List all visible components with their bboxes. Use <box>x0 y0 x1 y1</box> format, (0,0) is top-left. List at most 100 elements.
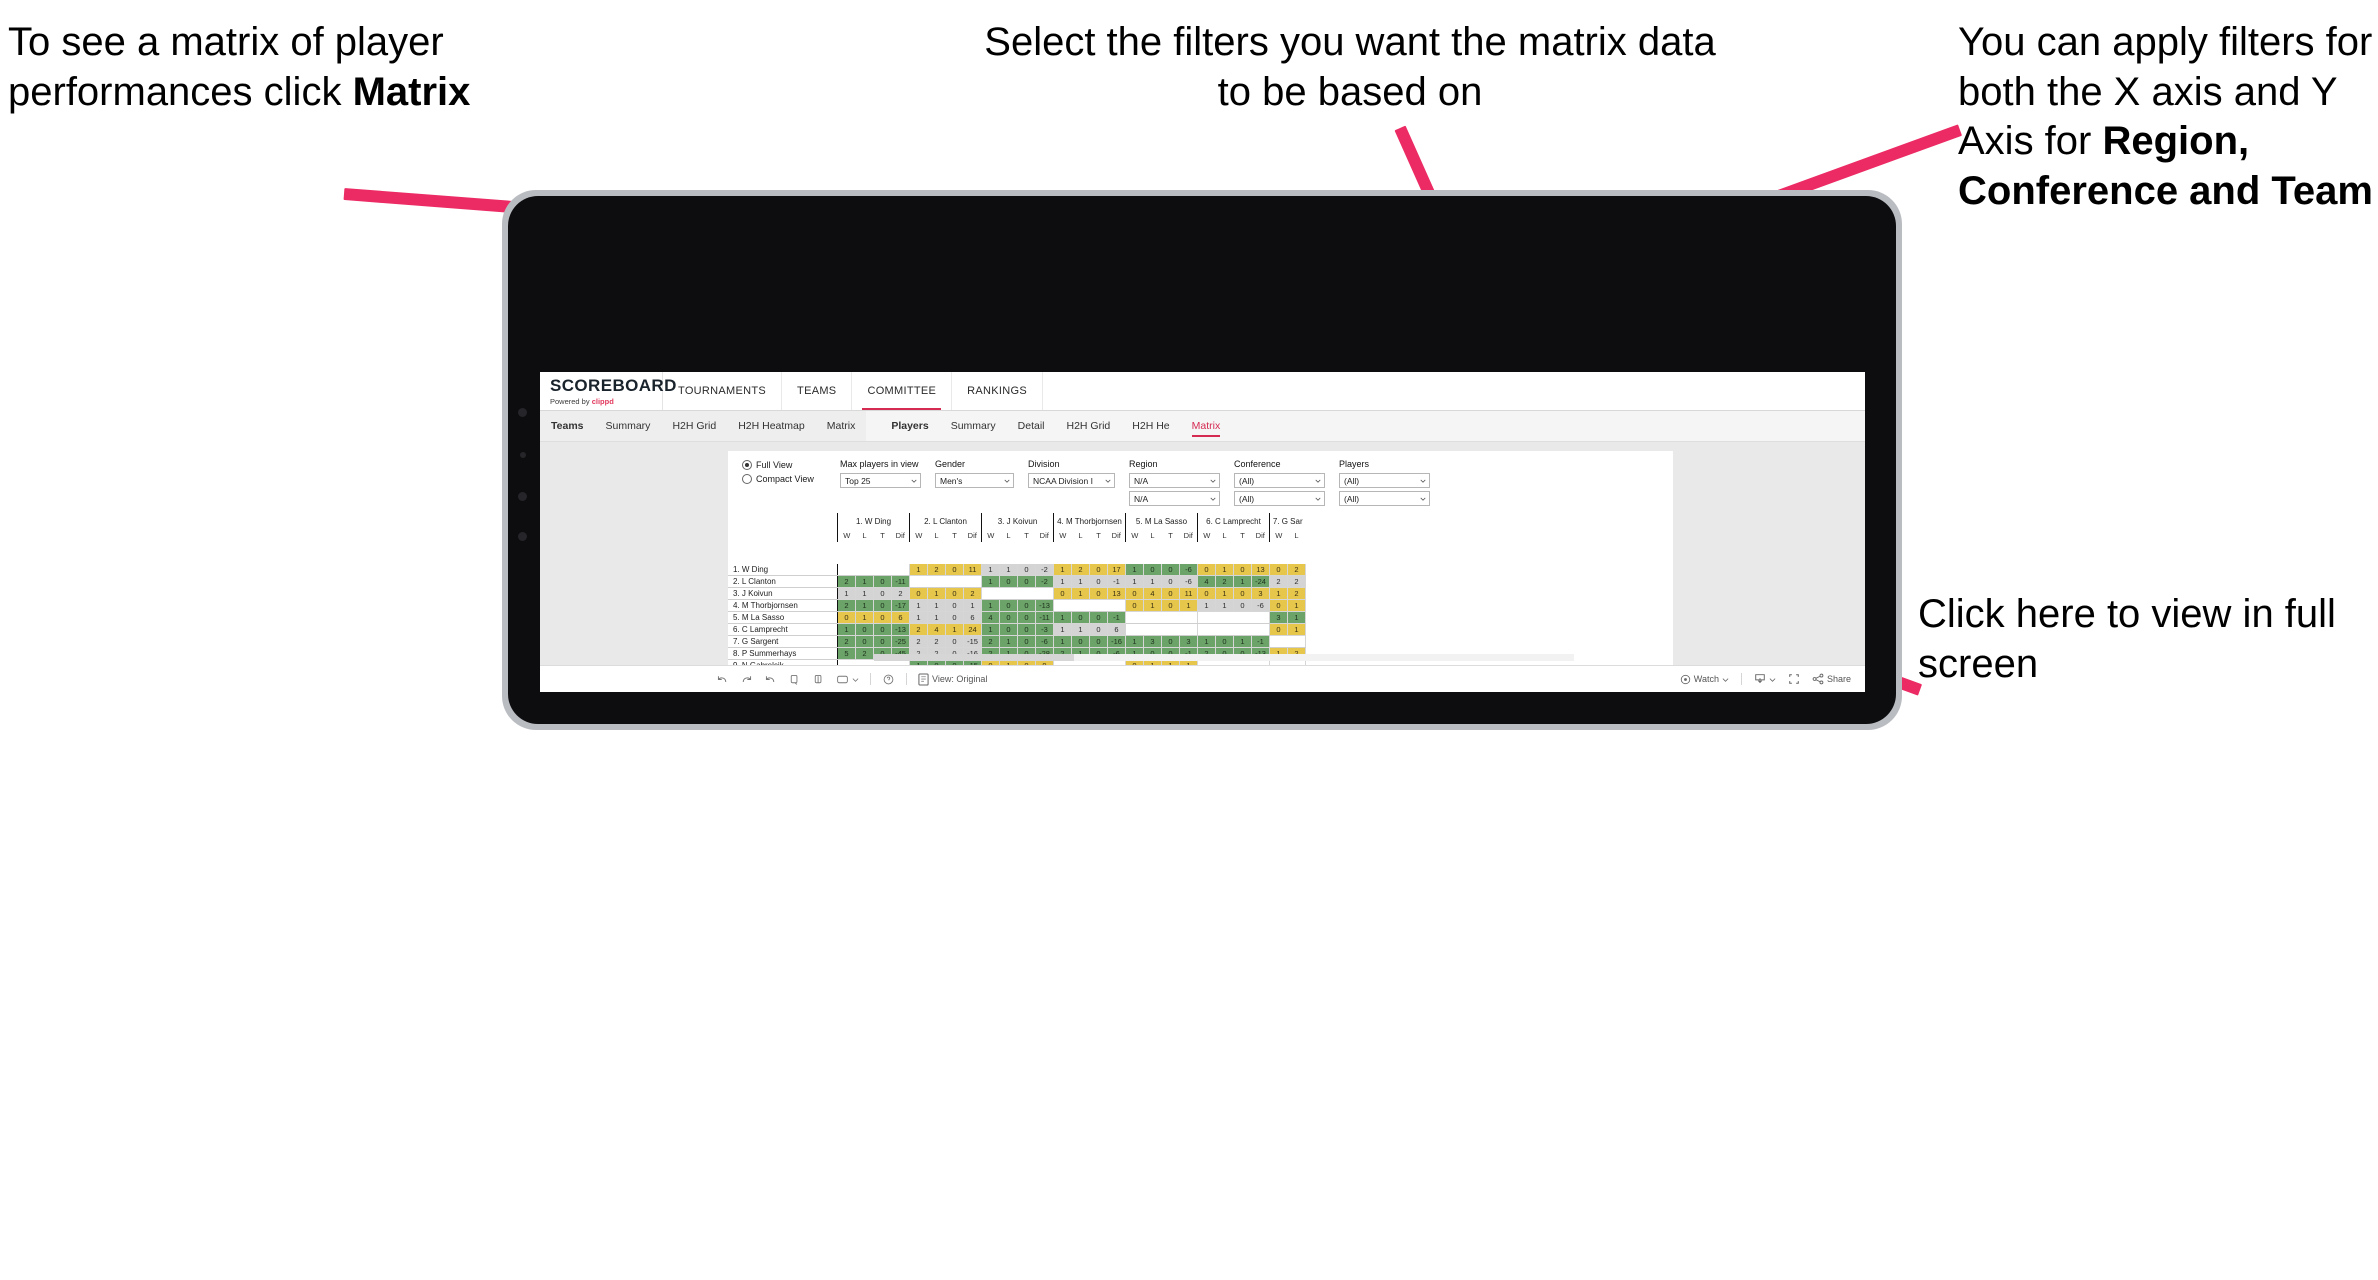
matrix-cell[interactable]: 3 <box>1179 635 1198 648</box>
matrix-cell[interactable]: 4 <box>927 623 946 636</box>
matrix-scroll-region[interactable]: 1. W Ding 2. L Clanton 3. J Koivun 4. M Tho… <box>728 513 1673 667</box>
subnav-players-detail[interactable]: Detail <box>1007 411 1056 441</box>
matrix-cell[interactable]: 1 <box>927 599 946 612</box>
view-original-button[interactable]: View: Original <box>918 672 987 686</box>
matrix-cell[interactable]: 0 <box>1161 635 1180 648</box>
matrix-cell[interactable]: 0 <box>1017 623 1036 636</box>
matrix-cell[interactable]: 0 <box>1053 587 1072 600</box>
filter-region-select-y[interactable]: N/A <box>1129 491 1220 506</box>
matrix-cell[interactable]: 1 <box>1053 564 1072 576</box>
filter-max-players-select[interactable]: Top 25 <box>840 473 921 488</box>
matrix-cell[interactable]: 0 <box>1143 564 1162 576</box>
matrix-cell[interactable]: -2 <box>1035 575 1054 588</box>
matrix-cell[interactable]: 0 <box>999 575 1018 588</box>
matrix-cell[interactable]: 2 <box>909 623 928 636</box>
matrix-cell[interactable]: -11 <box>1035 611 1054 624</box>
matrix-cell[interactable]: 6 <box>891 611 910 624</box>
matrix-cell[interactable]: 1 <box>909 564 928 576</box>
matrix-cell[interactable]: 0 <box>1269 564 1288 576</box>
matrix-cell[interactable]: 0 <box>1197 564 1216 576</box>
matrix-cell[interactable]: 1 <box>981 564 1000 576</box>
matrix-cell[interactable]: 3 <box>1251 587 1270 600</box>
matrix-cell[interactable]: -6 <box>1035 635 1054 648</box>
matrix-cell[interactable]: 24 <box>963 623 982 636</box>
filter-region-select-x[interactable]: N/A <box>1129 473 1220 488</box>
matrix-cell[interactable]: 1 <box>981 599 1000 612</box>
matrix-cell[interactable]: 0 <box>909 587 928 600</box>
matrix-cell[interactable]: 1 <box>981 575 1000 588</box>
matrix-cell[interactable]: 0 <box>945 587 964 600</box>
matrix-cell[interactable]: 1 <box>1071 575 1090 588</box>
matrix-cell[interactable]: 0 <box>1017 575 1036 588</box>
redo-icon[interactable] <box>740 673 753 686</box>
matrix-cell[interactable]: 1 <box>855 599 874 612</box>
matrix-cell[interactable]: 2 <box>855 647 874 660</box>
radio-full-view[interactable]: Full View <box>742 460 826 470</box>
matrix-cell[interactable]: -3 <box>1035 623 1054 636</box>
matrix-cell[interactable]: 1 <box>1233 575 1252 588</box>
filter-gender-select[interactable]: Men's <box>935 473 1014 488</box>
matrix-cell[interactable]: 0 <box>1017 635 1036 648</box>
matrix-cell[interactable]: 1 <box>945 623 964 636</box>
matrix-cell[interactable]: 1 <box>909 599 928 612</box>
matrix-cell[interactable]: 0 <box>1125 587 1144 600</box>
matrix-cell[interactable]: 2 <box>1287 587 1306 600</box>
matrix-cell[interactable]: 0 <box>1161 587 1180 600</box>
brand-logo[interactable]: SCOREBOARD Powered by clippd <box>540 372 676 410</box>
pause-icon[interactable] <box>812 673 825 686</box>
matrix-cell[interactable]: -24 <box>1251 575 1270 588</box>
matrix-cell[interactable]: 13 <box>1251 564 1270 576</box>
matrix-cell[interactable]: 1 <box>1233 635 1252 648</box>
matrix-cell[interactable]: 4 <box>1143 587 1162 600</box>
matrix-cell[interactable]: 6 <box>1107 623 1126 636</box>
nav-rankings[interactable]: RANKINGS <box>952 372 1044 410</box>
matrix-cell[interactable]: 1 <box>1215 564 1234 576</box>
radio-compact-view[interactable]: Compact View <box>742 474 826 484</box>
matrix-cell[interactable]: 1 <box>855 611 874 624</box>
matrix-cell[interactable]: 0 <box>1089 623 1108 636</box>
matrix-cell[interactable]: 3 <box>1143 635 1162 648</box>
matrix-cell[interactable]: -6 <box>1179 564 1198 576</box>
matrix-cell[interactable]: 0 <box>945 635 964 648</box>
matrix-cell[interactable]: 0 <box>1071 635 1090 648</box>
matrix-cell[interactable]: 0 <box>1089 611 1108 624</box>
filter-conference-select-x[interactable]: (All) <box>1234 473 1325 488</box>
matrix-cell[interactable]: 2 <box>1287 564 1306 576</box>
matrix-cell[interactable]: 0 <box>873 575 892 588</box>
matrix-cell[interactable]: 0 <box>873 599 892 612</box>
matrix-cell[interactable]: 11 <box>963 564 982 576</box>
matrix-cell[interactable]: 0 <box>1233 587 1252 600</box>
matrix-cell[interactable]: 2 <box>981 635 1000 648</box>
fullscreen-button[interactable] <box>1788 673 1800 685</box>
matrix-cell[interactable]: 11 <box>1179 587 1198 600</box>
matrix-cell[interactable]: 2 <box>927 564 946 576</box>
matrix-cell[interactable]: 4 <box>981 611 1000 624</box>
matrix-cell[interactable]: 1 <box>1287 623 1306 636</box>
subnav-teams-matrix[interactable]: Matrix <box>816 411 867 441</box>
watch-button[interactable]: Watch <box>1680 674 1729 685</box>
filter-players-select-y[interactable]: (All) <box>1339 491 1430 506</box>
matrix-cell[interactable]: 0 <box>873 587 892 600</box>
matrix-cell[interactable]: 0 <box>855 623 874 636</box>
matrix-cell[interactable]: 0 <box>945 599 964 612</box>
matrix-cell[interactable]: 6 <box>963 611 982 624</box>
matrix-cell[interactable]: -2 <box>1035 564 1054 576</box>
matrix-cell[interactable]: 1 <box>1143 599 1162 612</box>
scrollbar-thumb[interactable] <box>874 654 1074 661</box>
matrix-cell[interactable]: 1 <box>1143 575 1162 588</box>
matrix-cell[interactable]: -1 <box>1251 635 1270 648</box>
matrix-cell[interactable]: 2 <box>1269 575 1288 588</box>
matrix-cell[interactable]: 0 <box>1017 564 1036 576</box>
help-icon[interactable] <box>882 673 895 686</box>
matrix-cell[interactable]: 0 <box>1215 635 1234 648</box>
matrix-cell[interactable]: -25 <box>891 635 910 648</box>
matrix-cell[interactable]: 5 <box>837 647 856 660</box>
matrix-cell[interactable]: 0 <box>1125 599 1144 612</box>
matrix-cell[interactable]: 1 <box>1053 635 1072 648</box>
matrix-cell[interactable]: 13 <box>1107 587 1126 600</box>
matrix-cell[interactable]: 0 <box>873 635 892 648</box>
matrix-cell[interactable]: 0 <box>1071 611 1090 624</box>
matrix-cell[interactable]: 1 <box>1287 599 1306 612</box>
download-menu[interactable] <box>1754 673 1776 685</box>
matrix-cell[interactable]: 1 <box>1071 587 1090 600</box>
